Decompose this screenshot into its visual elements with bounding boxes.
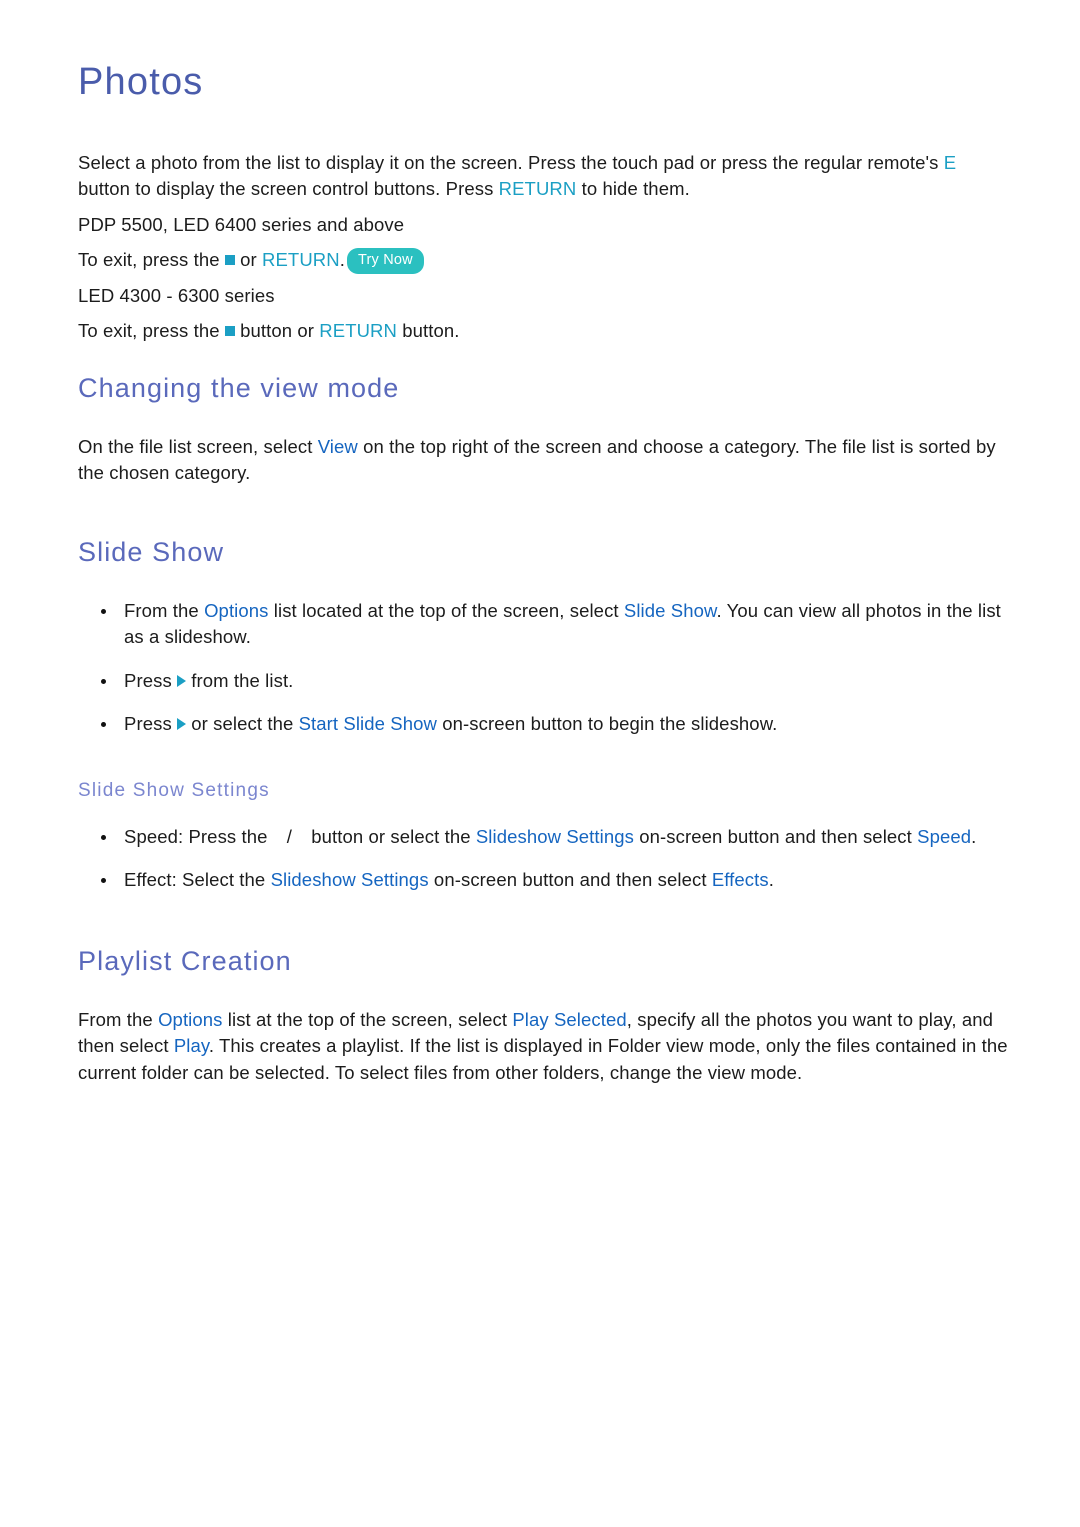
settings-bullet-2-content: Effect: Select the Slideshow Settings on… — [124, 869, 774, 890]
bullet-3-text-b: or select the — [186, 713, 299, 735]
model-note-2: LED 4300 - 6300 series — [78, 284, 275, 306]
link-slideshow-settings[interactable]: Slideshow Settings — [476, 826, 634, 847]
settings-bullet-2-text-c: . — [768, 869, 774, 891]
list-item: Press from the list. — [78, 668, 1020, 695]
heading-changing-view-mode: Changing the view mode — [78, 372, 400, 403]
bullet-1-text-a: From the — [124, 599, 205, 621]
exit-text-1c: . — [339, 249, 345, 271]
settings-bullet-1-content: Speed: Press the / button or select the … — [124, 826, 976, 847]
link-view[interactable]: View — [318, 436, 358, 457]
stop-button-icon — [224, 326, 235, 337]
section-playlist-creation: Playlist Creation From the Options list … — [78, 946, 1020, 1087]
section-changing-view-mode: Changing the view mode On the file list … — [78, 373, 1020, 487]
page-title: Photos — [78, 61, 204, 103]
section-slide-show: Slide Show From the Options list located… — [78, 537, 1020, 738]
settings-bullet-1-text-d: . — [971, 825, 977, 847]
intro-paragraph: Select a photo from the list to display … — [78, 150, 1020, 203]
playlist-paragraph: From the Options list at the top of the … — [78, 1007, 1020, 1087]
bullet-2-text-b: from the list. — [186, 669, 294, 691]
exit-text-2b: button or — [234, 320, 320, 342]
exit-text-1a: To exit, press the — [78, 249, 225, 271]
return-key-label-1: RETURN — [498, 178, 577, 200]
view-mode-text-a: On the file list screen, select — [78, 435, 318, 457]
e-key-glyph: E — [943, 151, 957, 173]
heading-playlist-creation: Playlist Creation — [78, 945, 292, 976]
stop-button-icon — [224, 255, 235, 266]
link-effects[interactable]: Effects — [712, 869, 769, 890]
playlist-text-a: From the — [78, 1008, 159, 1030]
list-item: Effect: Select the Slideshow Settings on… — [78, 867, 1020, 894]
play-button-icon — [177, 718, 187, 731]
settings-bullet-2-text-b: on-screen button and then select — [428, 869, 712, 891]
bullet-1-content: From the Options list located at the top… — [124, 600, 1001, 648]
try-now-badge[interactable]: Try Now — [346, 248, 424, 274]
link-slide-show[interactable]: Slide Show — [624, 600, 717, 621]
settings-bullet-1-text-b: button or select the — [306, 825, 476, 847]
bullet-3-content: Press or select the Start Slide Show on-… — [124, 713, 777, 734]
view-mode-paragraph: On the file list screen, select View on … — [78, 434, 1020, 487]
intro-text-1: Select a photo from the list to display … — [78, 151, 944, 173]
slide-show-bullet-list: From the Options list located at the top… — [78, 598, 1020, 738]
exit-instruction-2: To exit, press the button or RETURN butt… — [78, 318, 1020, 345]
settings-bullet-1-text-c: on-screen button and then select — [633, 825, 918, 847]
slide-show-settings-bullet-list: Speed: Press the / button or select the … — [78, 824, 1020, 894]
list-item: From the Options list located at the top… — [78, 598, 1020, 651]
return-key-label-2: RETURN — [262, 249, 340, 271]
playlist-text-b: list at the top of the screen, select — [222, 1008, 513, 1030]
bullet-3-text-a: Press — [124, 713, 178, 735]
link-speed[interactable]: Speed — [917, 826, 971, 847]
intro-section: Select a photo from the list to display … — [78, 150, 1020, 345]
link-options[interactable]: Options — [204, 600, 268, 621]
playlist-text-d: . This creates a playlist. If the list i… — [78, 1035, 1008, 1083]
list-item: Speed: Press the / button or select the … — [78, 824, 1020, 851]
intro-text-2: button to display the screen control but… — [78, 178, 499, 200]
document-page: Photos Select a photo from the list to d… — [0, 0, 1080, 1527]
slash-separator: / — [286, 825, 293, 847]
bullet-2-content: Press from the list. — [124, 670, 293, 691]
heading-slide-show-settings: Slide Show Settings — [78, 779, 270, 801]
play-button-icon — [177, 674, 187, 687]
settings-bullet-2-text-a: Effect: Select the — [124, 869, 271, 891]
exit-text-2c: button. — [396, 320, 460, 342]
bullet-3-text-c: on-screen button to begin the slideshow. — [436, 713, 778, 735]
exit-text-1b: or — [234, 249, 263, 271]
model-note-1: PDP 5500, LED 6400 series and above — [78, 213, 405, 235]
exit-instruction-1: To exit, press the or RETURN. Try Now — [78, 247, 1020, 274]
section-slide-show-settings: Slide Show Settings Speed: Press the / b… — [78, 780, 1020, 894]
link-play-selected[interactable]: Play Selected — [512, 1009, 626, 1030]
link-options[interactable]: Options — [158, 1009, 222, 1030]
link-play[interactable]: Play — [174, 1035, 209, 1056]
return-key-label-3: RETURN — [319, 320, 397, 342]
link-start-slide-show[interactable]: Start Slide Show — [299, 713, 437, 734]
settings-bullet-1-text-a: Speed: Press the — [124, 825, 273, 847]
bullet-1-text-b: list located at the top of the screen, s… — [268, 599, 624, 621]
intro-text-3: to hide them. — [576, 178, 690, 200]
heading-slide-show: Slide Show — [78, 536, 225, 567]
link-slideshow-settings[interactable]: Slideshow Settings — [271, 869, 429, 890]
list-item: Press or select the Start Slide Show on-… — [78, 711, 1020, 738]
exit-text-2a: To exit, press the — [78, 320, 225, 342]
bullet-2-text-a: Press — [124, 669, 178, 691]
